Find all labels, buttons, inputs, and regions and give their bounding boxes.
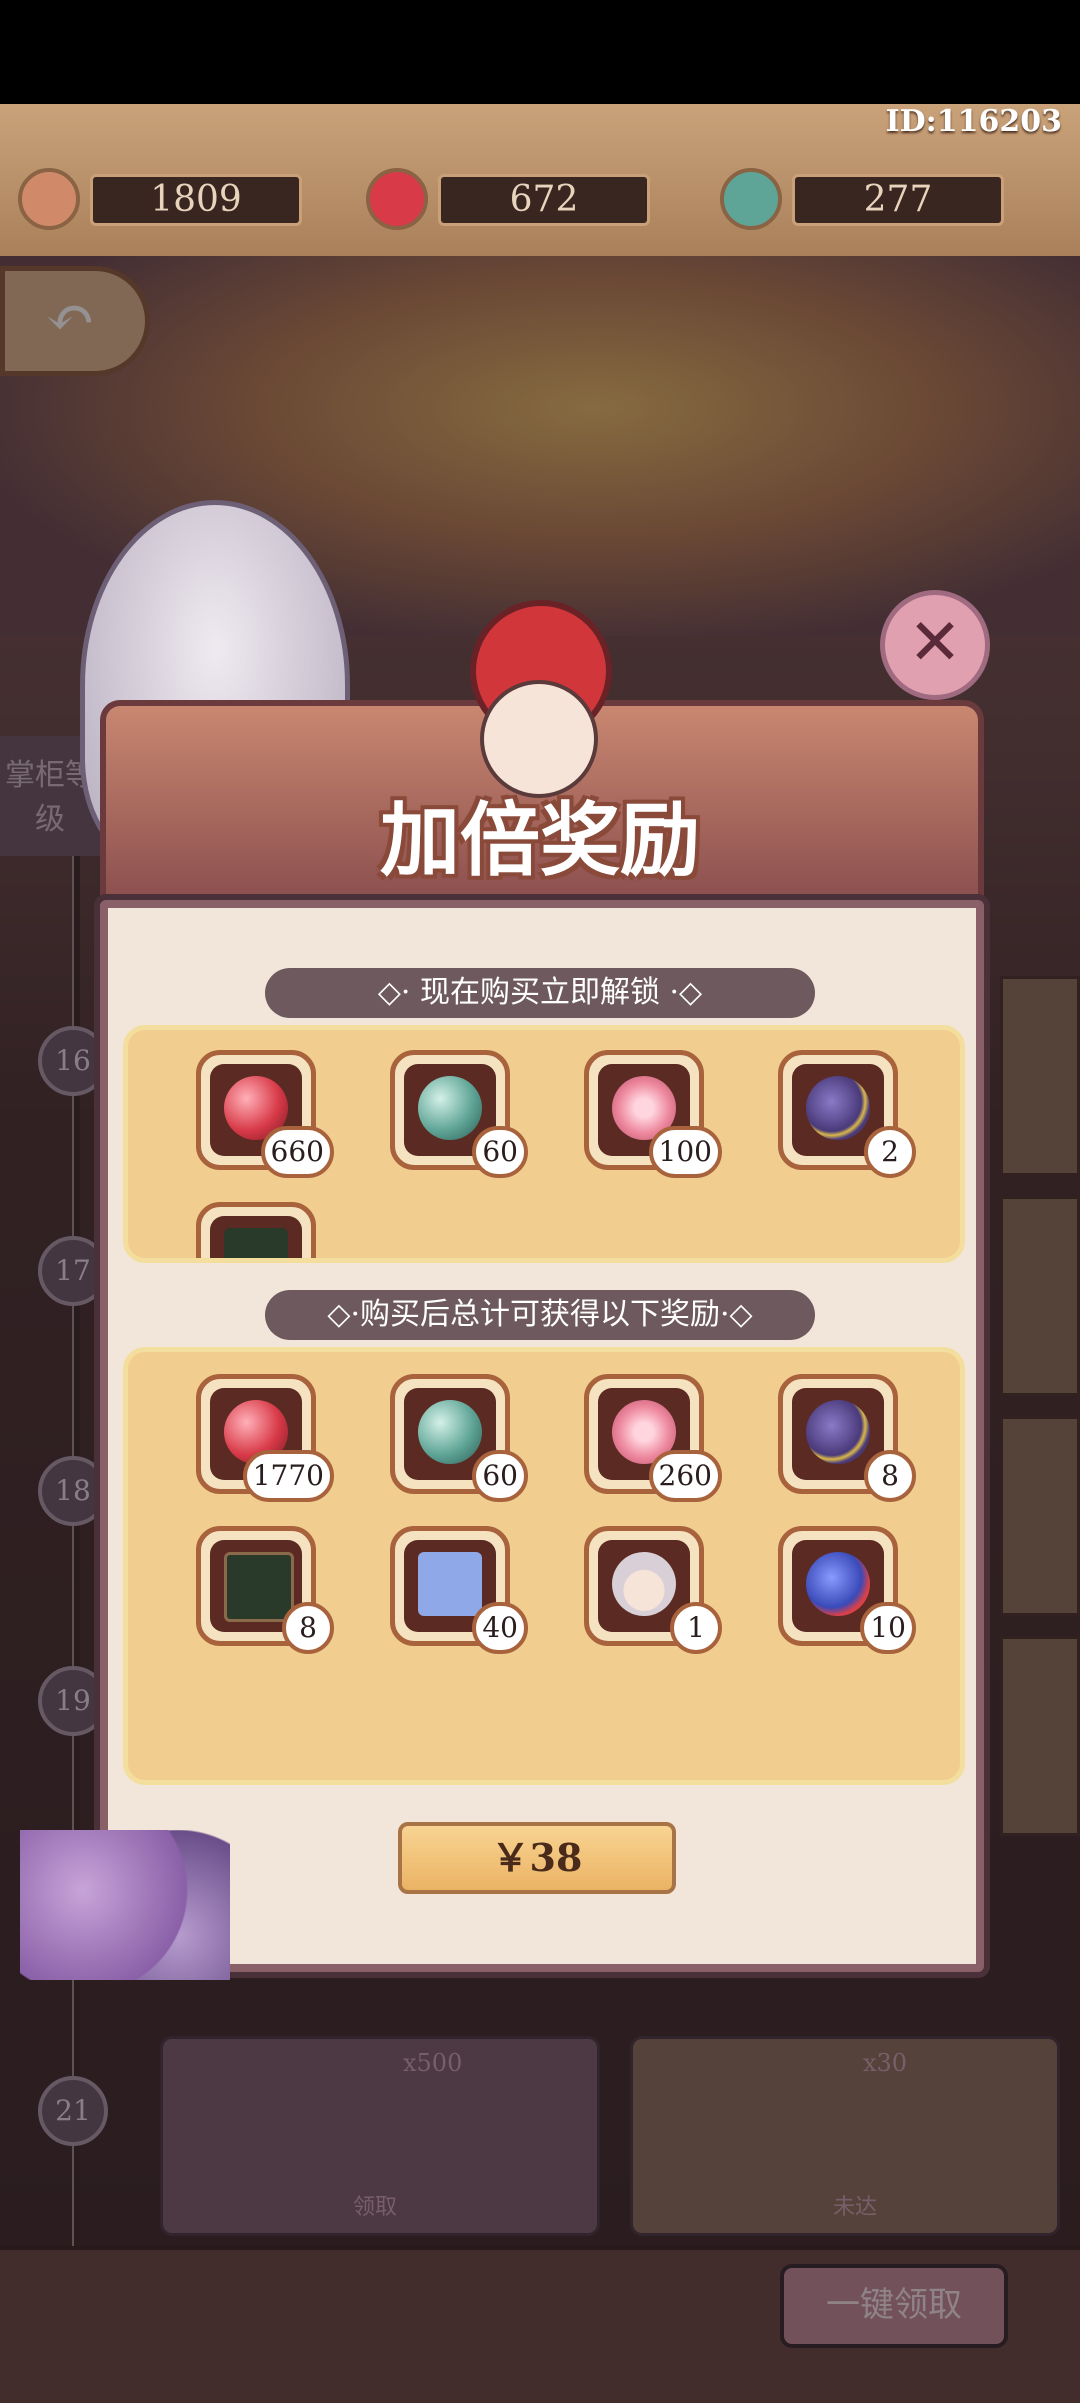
reward-item[interactable]: 8 (196, 1526, 334, 1654)
item-count: 1 (670, 1602, 722, 1654)
resource-value: 672 (438, 174, 650, 226)
resource-bar: ID:116203 1809 672 277 (0, 104, 1080, 260)
blackboard-icon (224, 1552, 294, 1622)
reward-item[interactable]: 8 (778, 1374, 916, 1502)
jade-bead-icon (720, 168, 782, 230)
item-count: 2 (864, 1126, 916, 1178)
item-count: 8 (282, 1602, 334, 1654)
user-id: ID:116203 (885, 104, 1062, 139)
reward-item[interactable]: 660 (196, 1050, 334, 1178)
reward-item[interactable]: 10 (778, 1526, 916, 1654)
purple-orb-icon (806, 1076, 870, 1140)
item-count: 40 (472, 1602, 528, 1654)
red-pearl-icon (366, 168, 428, 230)
item-count: 8 (864, 1450, 916, 1502)
reward-item[interactable]: 1 (584, 1526, 722, 1654)
item-count: 260 (648, 1450, 722, 1502)
section-total-label: ◇·购买后总计可获得以下奖励·◇ (265, 1290, 815, 1340)
item-count: 1770 (242, 1450, 334, 1502)
popup-title: 加倍奖励 (380, 793, 700, 887)
item-count: 660 (260, 1126, 334, 1178)
status-bar (0, 0, 1080, 104)
close-button[interactable]: ✕ (880, 590, 990, 700)
section-unlock-label: ◇· 现在购买立即解锁 ·◇ (265, 968, 815, 1018)
reward-item[interactable]: 260 (584, 1374, 722, 1502)
blue-scroll-icon (418, 1552, 482, 1616)
item-count: 10 (860, 1602, 916, 1654)
reward-item[interactable]: 1770 (196, 1374, 334, 1502)
item-count: 100 (648, 1126, 722, 1178)
resource-value: 277 (792, 174, 1004, 226)
reward-item[interactable]: 2 (778, 1050, 916, 1178)
character-avatar-icon (612, 1552, 676, 1616)
purple-orb-icon (806, 1400, 870, 1464)
jade-bead-icon (418, 1076, 482, 1140)
reward-item[interactable]: 60 (390, 1050, 528, 1178)
resource-value: 1809 (90, 174, 302, 226)
reward-item[interactable]: 40 (390, 1526, 528, 1654)
potion-icon (806, 1552, 870, 1616)
item-count: 60 (472, 1126, 528, 1178)
reward-item[interactable]: 100 (584, 1050, 722, 1178)
total-rewards-panel: 1770 60 260 8 8 40 1 10 (123, 1347, 965, 1785)
scroll-icon (18, 168, 80, 230)
jade-bead-icon (418, 1400, 482, 1464)
blackboard-icon (224, 1228, 288, 1258)
reward-item-partial[interactable] (196, 1202, 316, 1258)
purchase-button[interactable]: ￥38 (398, 1822, 676, 1894)
flower-decoration (20, 1830, 230, 1980)
unlock-panel: 660 60 100 2 (123, 1025, 965, 1263)
reward-item[interactable]: 60 (390, 1374, 528, 1502)
item-count: 60 (472, 1450, 528, 1502)
